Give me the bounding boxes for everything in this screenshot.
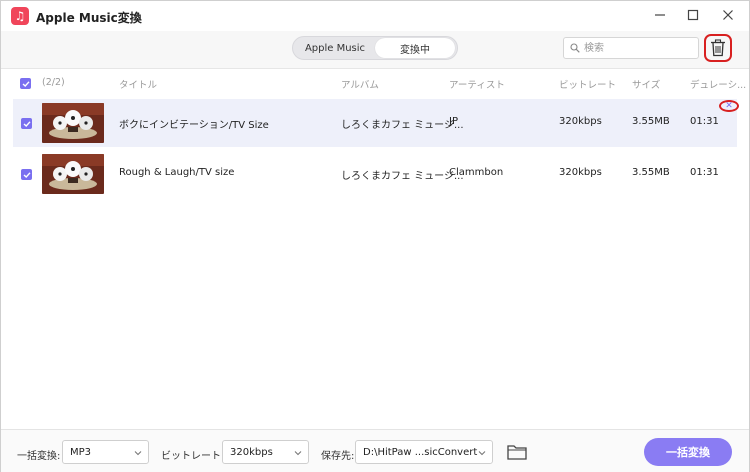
- chevron-down-icon: [478, 451, 486, 456]
- check-icon: [23, 171, 31, 178]
- view-tabs: Apple Music 変換中: [292, 36, 458, 60]
- tab-converting[interactable]: 変換中: [375, 38, 455, 58]
- row-title: ボクにインビテーション/TV Size: [119, 120, 269, 131]
- column-artist[interactable]: アーティスト: [449, 77, 505, 91]
- row-title: Rough & Laugh/TV size: [119, 167, 235, 178]
- row-size: 3.55MB: [632, 116, 670, 127]
- save-location-value: D:\HitPaw ...sicConvert: [363, 447, 478, 458]
- select-all-checkbox[interactable]: [20, 78, 31, 89]
- row-bitrate: 320kbps: [559, 116, 602, 127]
- row-artist: Clammbon: [449, 167, 504, 178]
- column-bitrate[interactable]: ビットレート: [559, 77, 616, 91]
- chevron-down-icon: [134, 451, 142, 456]
- bottom-bar: 一括変換: MP3 ビットレート: 320kbps 保存先: D:\HitPaw…: [1, 429, 749, 472]
- search-box[interactable]: [563, 37, 699, 59]
- window-title: Apple Music変換: [36, 11, 142, 25]
- search-input[interactable]: [584, 40, 694, 56]
- toolbar: Apple Music 変換中: [1, 31, 749, 69]
- app-window: ♫ Apple Music変換 Apple Music 変換中 検索 (2/2)…: [0, 0, 750, 472]
- music-note-icon: ♫: [11, 7, 29, 25]
- search-icon: [570, 43, 580, 53]
- folder-icon[interactable]: [507, 444, 527, 460]
- table-row[interactable]: ボクにインビテーション/TV Size しろくまカフェ ミュージ... JP 3…: [13, 99, 739, 147]
- chevron-down-icon: [294, 451, 302, 456]
- tab-apple-music[interactable]: Apple Music: [295, 38, 375, 58]
- close-icon: ✕: [725, 100, 733, 111]
- remove-row-button[interactable]: ✕: [719, 100, 739, 112]
- row-duration: 01:31: [690, 116, 719, 127]
- selection-count: (2/2): [42, 77, 65, 88]
- row-album: しろくまカフェ ミュージ...: [341, 120, 464, 131]
- column-size[interactable]: サイズ: [632, 77, 660, 91]
- bitrate-value: 320kbps: [230, 447, 273, 458]
- album-art-thumbnail: [42, 154, 104, 194]
- save-location-label: 保存先:: [321, 451, 355, 462]
- title-bar: ♫ Apple Music変換: [1, 1, 749, 31]
- row-checkbox[interactable]: [21, 118, 32, 129]
- maximize-icon[interactable]: [682, 5, 704, 25]
- convert-all-button[interactable]: 一括変換: [644, 438, 732, 466]
- minimize-icon[interactable]: [649, 5, 671, 25]
- column-title[interactable]: タイトル: [119, 77, 157, 91]
- album-art-thumbnail: [42, 103, 104, 143]
- list-header: (2/2) タイトル アルバム アーティスト ビットレート サイズ デュレーシ.…: [1, 70, 749, 96]
- row-duration: 01:31: [690, 167, 719, 178]
- delete-all-button[interactable]: [704, 34, 732, 62]
- format-value: MP3: [70, 447, 92, 458]
- row-bitrate: 320kbps: [559, 167, 602, 178]
- format-label: 一括変換:: [17, 451, 61, 462]
- row-size: 3.55MB: [632, 167, 670, 178]
- row-checkbox[interactable]: [21, 169, 32, 180]
- format-select[interactable]: MP3: [62, 440, 149, 464]
- row-artist: JP: [449, 116, 458, 127]
- column-duration[interactable]: デュレーシ...: [690, 77, 746, 91]
- row-album: しろくまカフェ ミュージ...: [341, 171, 464, 182]
- check-icon: [23, 120, 31, 127]
- column-album[interactable]: アルバム: [341, 77, 379, 91]
- close-icon[interactable]: [717, 5, 739, 25]
- check-icon: [22, 80, 30, 87]
- bitrate-select[interactable]: 320kbps: [222, 440, 309, 464]
- trash-icon: [711, 39, 725, 57]
- bitrate-label: ビットレート:: [161, 451, 225, 462]
- save-location-select[interactable]: D:\HitPaw ...sicConvert: [355, 440, 493, 464]
- table-row[interactable]: Rough & Laugh/TV size しろくまカフェ ミュージ... Cl…: [13, 150, 737, 198]
